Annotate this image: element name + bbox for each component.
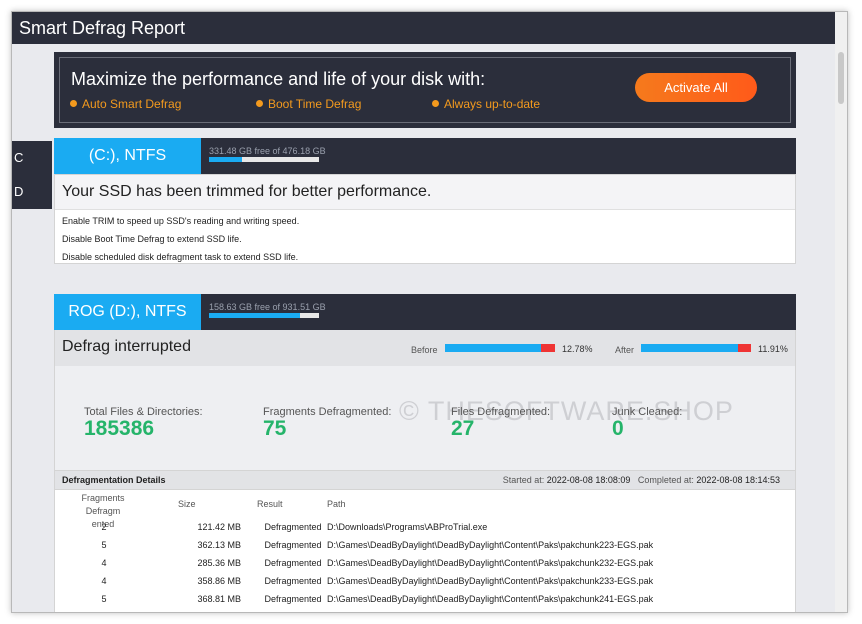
details-title: Defragmentation Details [62, 475, 166, 485]
details-header: Defragmentation Details Started at: 2022… [54, 470, 796, 490]
feature-auto-smart-defrag: Auto Smart Defrag [70, 97, 181, 111]
feature-label: Always up-to-date [444, 97, 541, 111]
drive-c-space: 331.48 GB free of 476.18 GB [209, 146, 326, 156]
cell-fragments: 4 [101, 558, 107, 568]
drive-d-header: ROG (D:), NTFS 158.63 GB free of 931.51 … [54, 294, 796, 330]
cell-path: D:\Games\DeadByDaylight\DeadByDaylight\C… [327, 594, 654, 604]
drive-c-usage-bar [209, 157, 319, 162]
side-tab-d[interactable]: D [12, 175, 52, 209]
feature-always-up-to-date: Always up-to-date [432, 97, 540, 111]
drive-d-status: Defrag interrupted [62, 338, 191, 355]
drive-c-message-bar: Your SSD has been trimmed for better per… [55, 175, 795, 210]
col-result-header: Result [257, 499, 283, 509]
started-label: Started at: [502, 475, 545, 485]
table-row[interactable]: 5 362.13 MB Defragmented D:\Games\DeadBy… [55, 536, 795, 554]
col-path-header: Path [327, 499, 346, 509]
cell-size: 358.86 MB [197, 576, 241, 586]
cell-path: D:\Games\DeadByDaylight\DeadByDaylight\C… [327, 576, 654, 586]
cell-path: D:\Downloads\Programs\ABProTrial.exe [327, 522, 488, 532]
cell-path: D:\Games\DeadByDaylight\DeadByDaylight\C… [327, 558, 654, 568]
before-bar-fill [445, 344, 541, 352]
drive-d-usage-fill [209, 313, 301, 318]
bullet-icon [70, 100, 77, 107]
tip-disable-boot-defrag: Disable Boot Time Defrag to extend SSD l… [62, 234, 242, 244]
feature-boot-time-defrag: Boot Time Defrag [256, 97, 361, 111]
started-value: 2022-08-08 18:08:09 [546, 475, 631, 485]
bullet-icon [256, 100, 263, 107]
before-value: 12.78% [562, 344, 593, 354]
feature-label: Auto Smart Defrag [82, 97, 182, 111]
drive-d-stats: © THESOFTWARE.SHOP Total Files & Directo… [54, 366, 796, 470]
tip-disable-scheduled-defrag: Disable scheduled disk defragment task t… [62, 252, 299, 262]
feature-label: Boot Time Defrag [268, 97, 362, 111]
vertical-scrollbar[interactable] [835, 12, 847, 612]
promo-title: Maximize the performance and life of you… [71, 69, 486, 89]
window-title: Smart Defrag Report [12, 12, 847, 44]
drive-c-usage-fill [209, 157, 242, 162]
after-bar [641, 344, 751, 352]
stat-total-files-value: 185386 [84, 417, 155, 440]
drive-c-name: (C:), NTFS [54, 138, 201, 174]
watermark: © THESOFTWARE.SHOP [399, 396, 734, 426]
bullet-icon [432, 100, 439, 107]
cell-fragments: 4 [101, 576, 107, 586]
after-value: 11.91% [758, 344, 788, 354]
stat-fragments-value: 75 [263, 417, 287, 440]
col-size-header: Size [178, 499, 196, 509]
cell-size: 362.13 MB [197, 540, 241, 550]
table-row[interactable]: 2 121.42 MB Defragmented D:\Downloads\Pr… [55, 518, 795, 536]
drive-d-space: 158.63 GB free of 931.51 GB [209, 302, 326, 312]
side-tab-c[interactable]: C [12, 141, 52, 175]
drive-d-name: ROG (D:), NTFS [54, 294, 201, 330]
scrollbar-thumb[interactable] [838, 52, 844, 104]
cell-path: D:\Games\DeadByDaylight\DeadByDaylight\C… [327, 540, 654, 550]
cell-fragments: 5 [101, 540, 107, 550]
cell-fragments: 2 [101, 522, 107, 532]
before-bar [445, 344, 555, 352]
stat-junk-value: 0 [612, 417, 624, 440]
completed-value: 2022-08-08 18:14:53 [696, 475, 780, 485]
drive-c-card: Your SSD has been trimmed for better per… [54, 174, 796, 264]
before-label: Before [411, 345, 438, 355]
tip-enable-trim: Enable TRIM to speed up SSD's reading an… [62, 216, 300, 226]
drive-d-usage-bar [209, 313, 319, 318]
activate-all-button[interactable]: Activate All [635, 73, 757, 102]
cell-size: 285.36 MB [197, 558, 241, 568]
drive-c-header: (C:), NTFS 331.48 GB free of 476.18 GB [54, 138, 796, 174]
promo-banner: Maximize the performance and life of you… [54, 52, 796, 128]
promo-frame: Maximize the performance and life of you… [59, 57, 791, 123]
cell-size: 121.42 MB [197, 522, 241, 532]
drive-c-message: Your SSD has been trimmed for better per… [62, 183, 432, 200]
drive-d-status-bar: Defrag interrupted Before 12.78% After 1… [54, 330, 796, 366]
stat-files-value: 27 [451, 417, 475, 440]
table-row[interactable]: 4 358.86 MB Defragmented D:\Games\DeadBy… [55, 572, 795, 590]
table-row[interactable]: 4 285.36 MB Defragmented D:\Games\DeadBy… [55, 554, 795, 572]
cell-size: 368.81 MB [197, 594, 241, 604]
details-table: Fragments Defragm ented Size Result Path … [54, 490, 796, 612]
cell-fragments: 5 [101, 594, 107, 604]
table-row[interactable]: 5 368.81 MB Defragmented D:\Games\DeadBy… [55, 590, 795, 608]
completed-label: Completed at: [637, 475, 694, 485]
report-window: Smart Defrag Report Maximize the perform… [11, 11, 848, 613]
details-times: Started at: 2022-08-08 18:08:09 Complete… [503, 475, 780, 485]
after-label: After [615, 345, 635, 355]
after-bar-fill [641, 344, 738, 352]
